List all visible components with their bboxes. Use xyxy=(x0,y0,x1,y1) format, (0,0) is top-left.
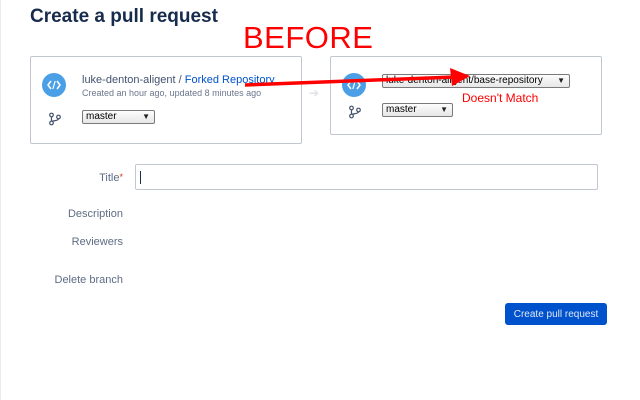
title-input[interactable] xyxy=(135,164,598,190)
annotation-arrow xyxy=(244,68,470,87)
delete-branch-label: Delete branch xyxy=(54,274,124,286)
title-label: Title* xyxy=(28,172,123,184)
create-pull-request-button[interactable]: Create pull request xyxy=(505,303,607,325)
title-label-text: Title xyxy=(99,172,120,184)
description-label: Description xyxy=(67,208,123,220)
mismatch-annotation: Doesn't Match xyxy=(462,91,539,105)
required-mark: * xyxy=(119,172,123,182)
annotation-arrow-shaft xyxy=(244,75,456,87)
annotation-arrow-head xyxy=(450,68,470,86)
reviewers-label: Reviewers xyxy=(71,236,123,248)
text-cursor xyxy=(140,171,141,184)
